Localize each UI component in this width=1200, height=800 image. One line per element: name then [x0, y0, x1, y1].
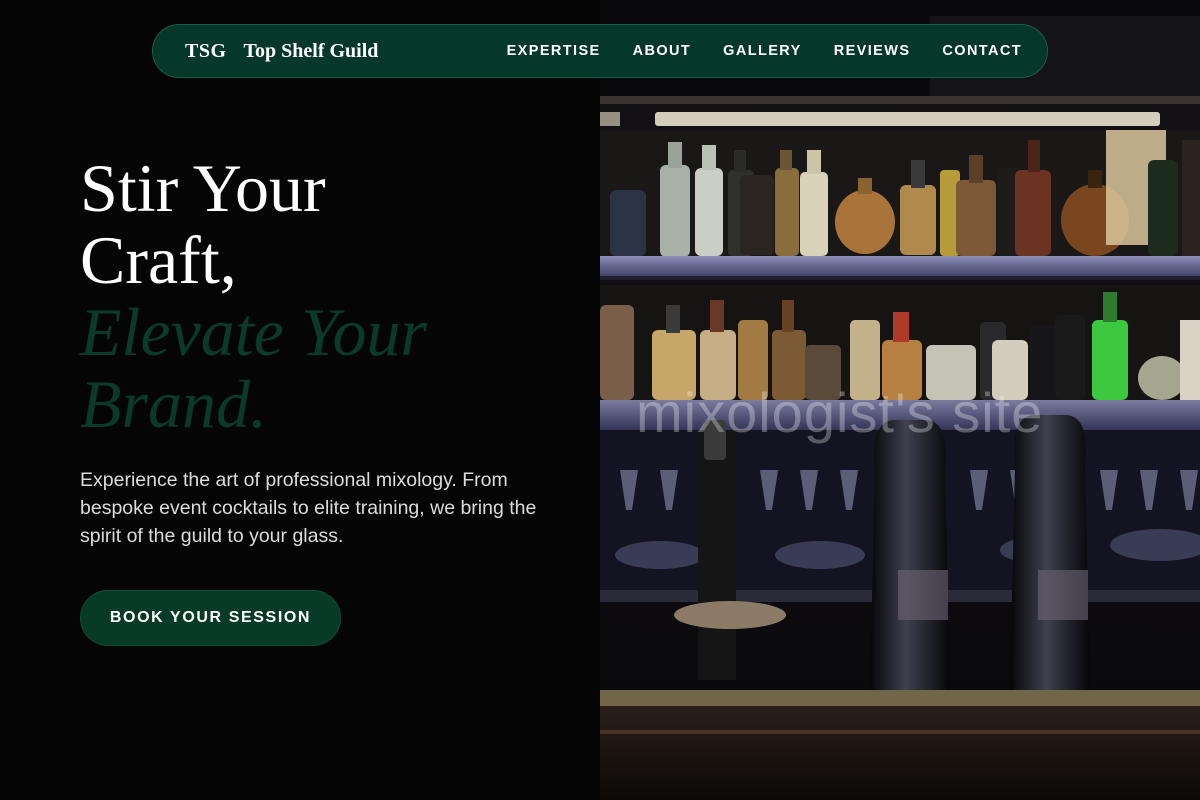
- brand-abbreviation: TSG: [185, 39, 227, 62]
- brand-name: Top Shelf Guild: [243, 39, 379, 62]
- hero-headline: Stir Your Craft, Elevate Your Brand.: [80, 152, 427, 440]
- beer-tap-middle: [870, 420, 950, 690]
- headline-line-2: Craft,: [80, 222, 237, 298]
- nav-menu: EXPERTISE ABOUT GALLERY REVIEWS CONTACT: [475, 43, 1022, 59]
- nav-link-about[interactable]: ABOUT: [633, 43, 692, 59]
- nav-link-contact[interactable]: CONTACT: [942, 43, 1022, 59]
- nav-link-gallery[interactable]: GALLERY: [723, 43, 802, 59]
- brand-logo[interactable]: TSG Top Shelf Guild: [185, 40, 378, 63]
- nav-link-expertise[interactable]: EXPERTISE: [507, 43, 601, 59]
- watermark-text: mixologist's site: [636, 381, 1044, 444]
- top-navbar: TSG Top Shelf Guild EXPERTISE ABOUT GALL…: [152, 24, 1048, 78]
- headline-line-1: Stir Your: [80, 150, 326, 226]
- headline-line-3: Elevate Your: [80, 294, 427, 370]
- hero-section: Stir Your Craft, Elevate Your Brand. Exp…: [0, 0, 600, 800]
- beer-tap-right: [1010, 415, 1090, 690]
- headline-line-4: Brand.: [80, 366, 267, 442]
- nav-link-reviews[interactable]: REVIEWS: [834, 43, 911, 59]
- book-session-button[interactable]: BOOK YOUR SESSION: [80, 590, 341, 646]
- hero-description: Experience the art of professional mixol…: [80, 469, 537, 547]
